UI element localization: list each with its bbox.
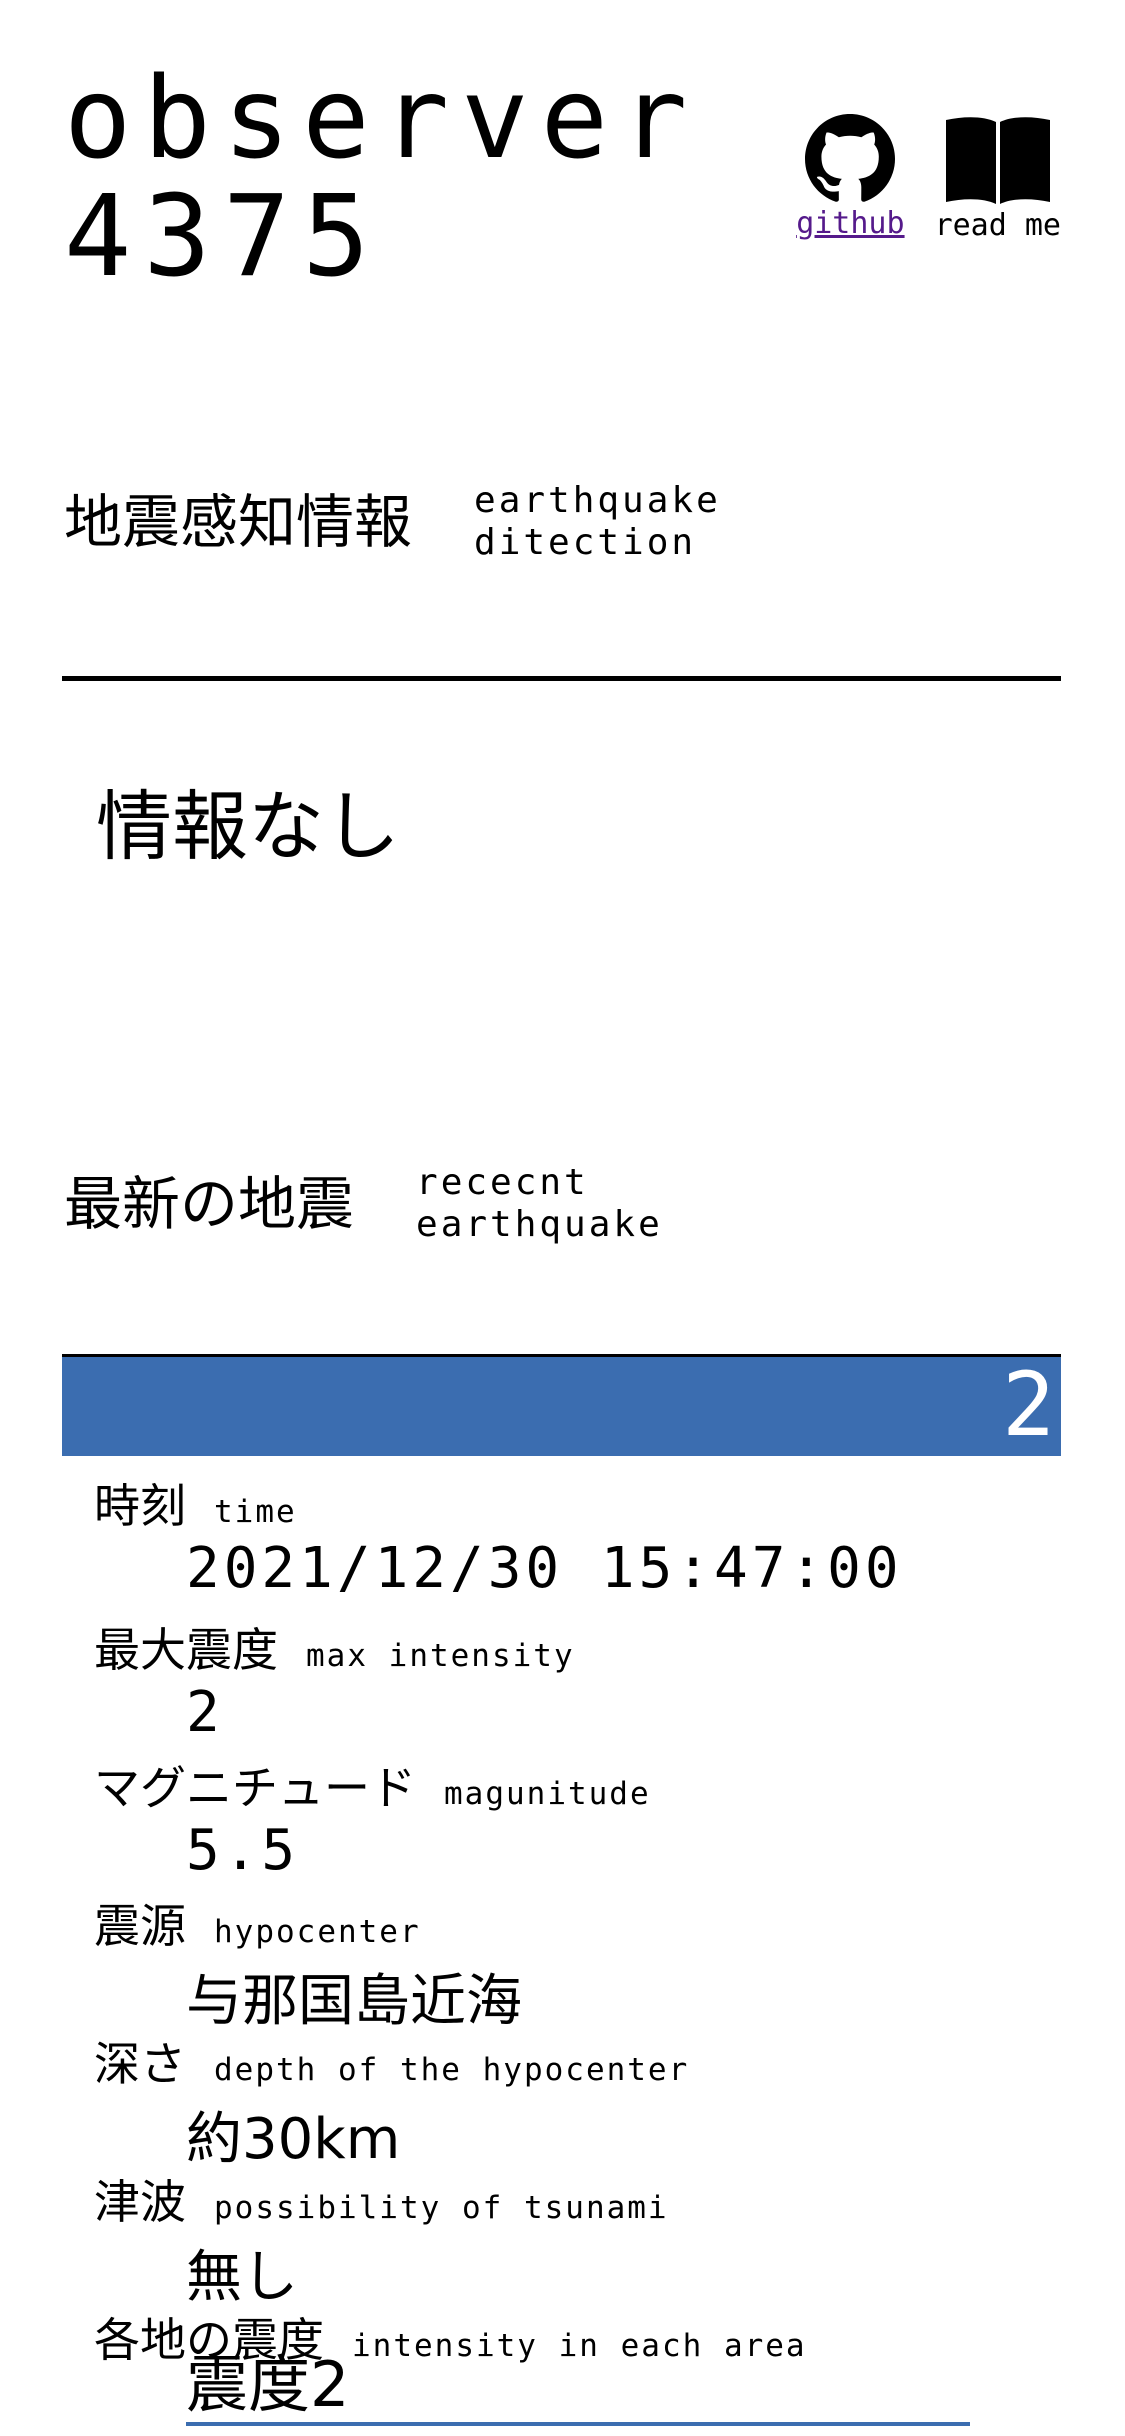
max-intensity-bar: 2 — [62, 1357, 1061, 1456]
hypocenter-label-en: hypocenter — [214, 1914, 421, 1950]
field-time: 時刻 time 2021/12/30 15:47:00 — [94, 1470, 1054, 1614]
max-intensity-label-jp: 最大震度 — [94, 1623, 278, 1677]
time-value: 2021/12/30 15:47:00 — [186, 1536, 903, 1601]
depth-value: 約30km — [186, 2107, 401, 2172]
recent-title-en: rececnt earthquake — [416, 1162, 663, 1245]
detection-status: 情報なし — [96, 782, 400, 871]
app-title-line1: observer — [64, 54, 700, 184]
time-label-jp: 時刻 — [94, 1479, 186, 1533]
book-icon[interactable] — [940, 114, 1056, 206]
hypocenter-label-jp: 震源 — [94, 1899, 186, 1953]
magnitude-label-en: magunitude — [444, 1776, 651, 1812]
header-nav: github read me — [796, 114, 1061, 246]
detection-title-en: earthquake ditection — [474, 480, 721, 563]
field-max-intensity-label: 最大震度 max intensity — [94, 1614, 1054, 1680]
field-tsunami-label: 津波 possibility of tsunami — [94, 2166, 1054, 2232]
github-link-item[interactable]: github — [796, 114, 905, 244]
field-magnitude: マグニチュード magunitude 5.5 — [94, 1752, 1054, 1890]
magnitude-label-jp: マグニチュード — [94, 1761, 416, 1815]
field-hypocenter: 震源 hypocenter 与那国島近海 — [94, 1890, 1054, 2034]
field-tsunami: 津波 possibility of tsunami 無し — [94, 2166, 1054, 2310]
app-title-line2: 4375 — [64, 172, 382, 302]
field-time-label: 時刻 time — [94, 1470, 1054, 1536]
recent-title-jp: 最新の地震 — [64, 1170, 355, 1238]
github-icon[interactable] — [805, 114, 896, 204]
earthquake-details: 時刻 time 2021/12/30 15:47:00 最大震度 max int… — [94, 1470, 1054, 2384]
recent-heading: 最新の地震 rececnt earthquake — [64, 1162, 663, 1246]
tsunami-label-jp: 津波 — [94, 2175, 186, 2229]
hypocenter-value: 与那国島近海 — [186, 1969, 522, 2034]
max-intensity-value: 2 — [186, 1680, 224, 1745]
field-depth: 深さ depth of the hypocenter 約30km — [94, 2028, 1054, 2172]
detection-heading: 地震感知情報 earthquake ditection — [64, 480, 721, 564]
field-depth-label: 深さ depth of the hypocenter — [94, 2028, 1054, 2094]
readme-label[interactable]: read me — [935, 206, 1061, 246]
github-link[interactable]: github — [796, 204, 904, 244]
field-max-intensity: 最大震度 max intensity 2 — [94, 1614, 1054, 1752]
depth-label-en: depth of the hypocenter — [214, 2052, 690, 2088]
detection-divider — [62, 676, 1061, 681]
depth-label-jp: 深さ — [94, 2037, 186, 2091]
areas-label-en: intensity in each area — [352, 2328, 807, 2364]
field-magnitude-label: マグニチュード magunitude — [94, 1752, 1054, 1818]
tsunami-value: 無し — [186, 2245, 298, 2310]
readme-link-item[interactable]: read me — [935, 114, 1061, 246]
detection-title-jp: 地震感知情報 — [64, 488, 413, 556]
magnitude-value: 5.5 — [186, 1818, 300, 1883]
area-intensity-heading: 震度2 — [186, 2348, 350, 2421]
max-intensity-badge: 2 — [1002, 1353, 1055, 1456]
time-label-en: time — [214, 1494, 297, 1530]
field-hypocenter-label: 震源 hypocenter — [94, 1890, 1054, 1956]
app-title: observer 4375 — [64, 60, 699, 296]
app-header: observer 4375 github read me — [64, 60, 1061, 320]
max-intensity-label-en: max intensity — [306, 1638, 575, 1674]
tsunami-label-en: possibility of tsunami — [214, 2190, 669, 2226]
area-intensity-underline — [186, 2422, 970, 2426]
